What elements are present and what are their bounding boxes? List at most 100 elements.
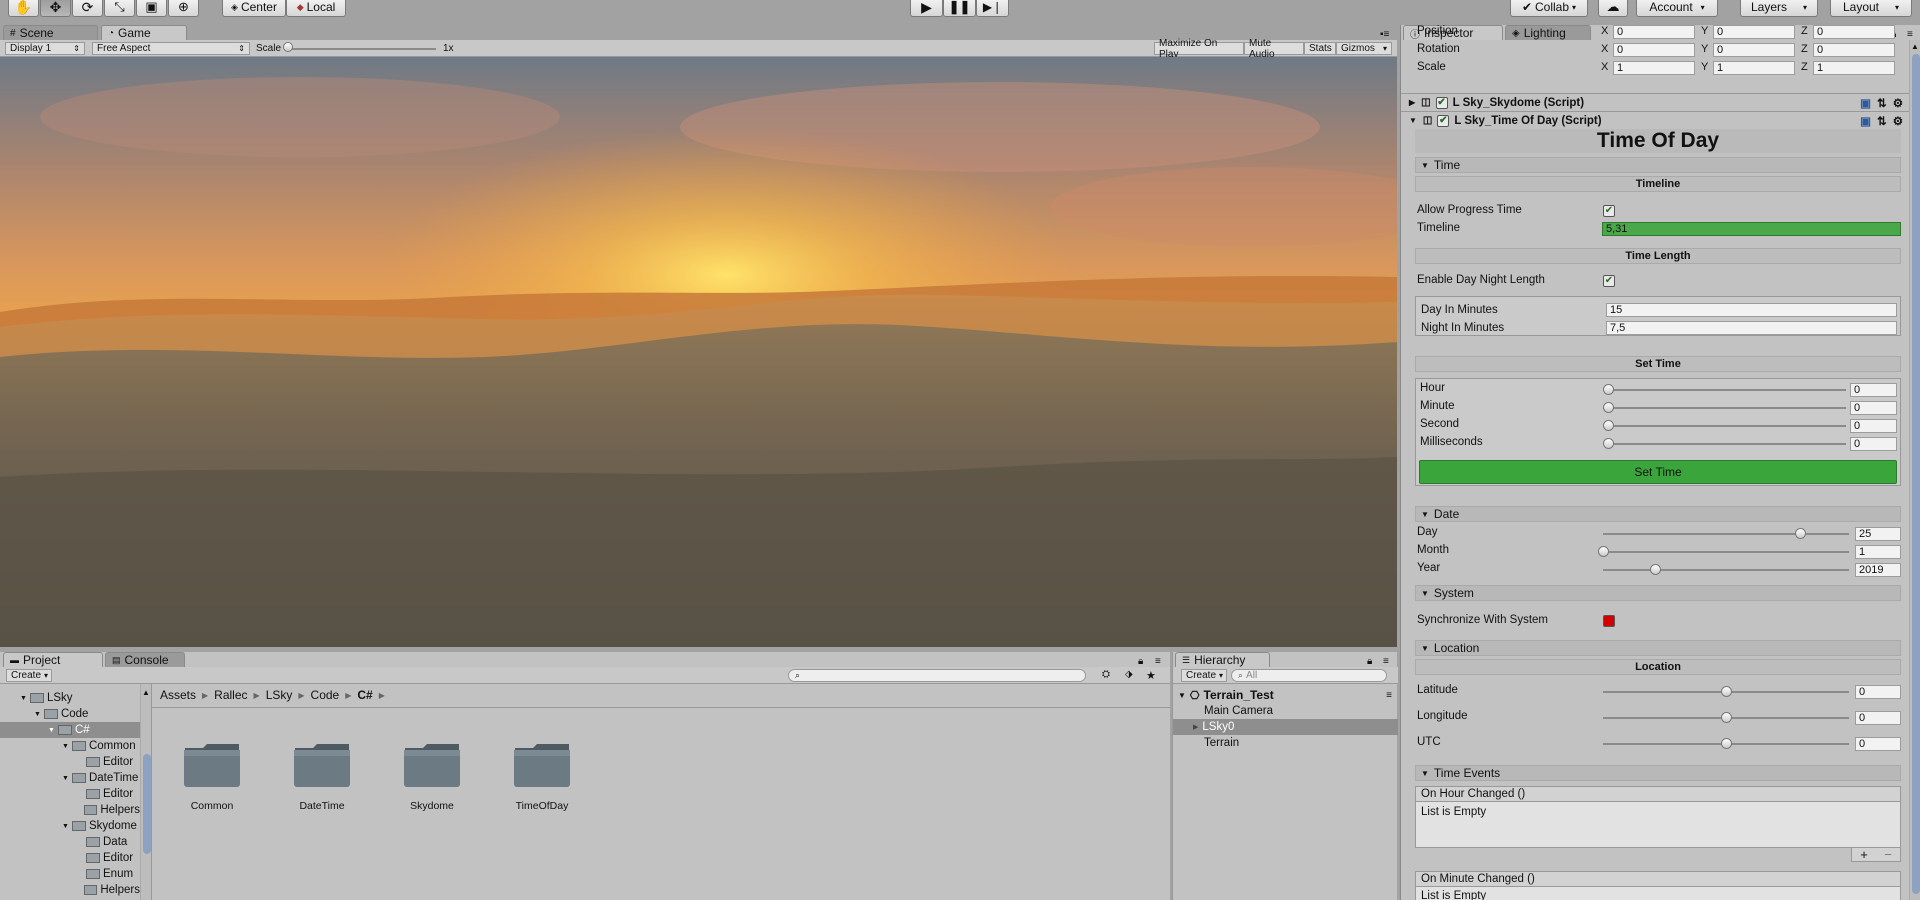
component-timeofday[interactable]: ▼ ◫ ✔ L Sky_Time Of Day (Script) ▣ ⇅ ⚙: [1401, 111, 1909, 129]
scale-tool-button[interactable]: ⤡: [104, 0, 135, 17]
hierarchy-item[interactable]: Main Camera: [1173, 703, 1398, 719]
filter-label-icon[interactable]: ⬗: [1125, 669, 1133, 680]
preset-icon[interactable]: ⇅: [1877, 114, 1887, 128]
set-time-button[interactable]: Set Time: [1419, 460, 1897, 484]
tree-item[interactable]: Editor: [0, 850, 140, 866]
game-render-view[interactable]: [0, 57, 1397, 647]
time-events-section-header[interactable]: ▼ Time Events: [1415, 765, 1901, 781]
inspector-scrollbar[interactable]: ▲: [1909, 40, 1920, 900]
enable-daynight-checkbox[interactable]: ✔: [1603, 275, 1615, 287]
slider-value-field[interactable]: 0: [1855, 685, 1901, 699]
hand-tool-button[interactable]: ✋: [8, 0, 39, 17]
folder-tile[interactable]: Common: [182, 740, 242, 812]
transform-z-field[interactable]: 0: [1813, 25, 1895, 39]
scroll-up-icon[interactable]: ▲: [1911, 42, 1919, 51]
slider-value-field[interactable]: 0: [1850, 437, 1897, 451]
transform-z-field[interactable]: 0: [1813, 43, 1895, 57]
stats-toggle[interactable]: Stats: [1304, 42, 1336, 55]
day-minutes-field[interactable]: 15: [1606, 303, 1897, 317]
aspect-dropdown[interactable]: Free Aspect ⇕: [92, 42, 250, 55]
hierarchy-search-input[interactable]: ⌕ All: [1231, 669, 1387, 682]
expand-triangle-icon[interactable]: ▼: [62, 823, 69, 830]
breadcrumb-item[interactable]: C#: [357, 688, 372, 702]
slider-value-field[interactable]: 0: [1850, 383, 1897, 397]
breadcrumb-item[interactable]: Assets: [160, 688, 196, 702]
scene-row[interactable]: ▼ ⎔ Terrain_Test ≡: [1173, 687, 1398, 703]
panel-menu-icon[interactable]: ▪≡: [1380, 29, 1389, 40]
folder-tile[interactable]: DateTime: [292, 740, 352, 812]
panel-menu-icon[interactable]: ≡: [1383, 656, 1389, 667]
create-dropdown[interactable]: Create ▾: [6, 669, 52, 682]
lock-icon[interactable]: 🔒︎: [1138, 656, 1143, 667]
tab-hierarchy[interactable]: ☰ Hierarchy: [1175, 652, 1270, 667]
sync-system-checkbox[interactable]: [1603, 615, 1615, 627]
hierarchy-item[interactable]: ▶ LSky0: [1173, 719, 1398, 735]
transform-x-field[interactable]: 0: [1613, 43, 1695, 57]
timeline-field[interactable]: 5,31: [1602, 222, 1901, 236]
breadcrumb-item[interactable]: Code: [311, 688, 340, 702]
folder-tile[interactable]: TimeOfDay: [512, 740, 572, 812]
tree-item[interactable]: ▼ Skydome: [0, 818, 140, 834]
slider-knob[interactable]: [1649, 564, 1661, 575]
slider-knob[interactable]: [1603, 384, 1614, 395]
tree-item[interactable]: ▼ LSky: [0, 690, 140, 706]
slider-value-field[interactable]: 0: [1850, 401, 1897, 415]
tab-console[interactable]: ▤ Console: [105, 652, 185, 667]
expand-triangle-icon[interactable]: ▼: [1178, 691, 1186, 700]
transform-y-field[interactable]: 0: [1713, 25, 1795, 39]
tab-lighting[interactable]: ◈ Lighting: [1505, 25, 1591, 40]
slider-knob[interactable]: [1721, 712, 1732, 723]
tab-scene[interactable]: # Scene: [3, 25, 98, 40]
expand-triangle-icon[interactable]: ▼: [48, 727, 55, 734]
expand-triangle-icon[interactable]: ▶: [1409, 98, 1415, 107]
maximize-on-play-toggle[interactable]: Maximize On Play: [1154, 38, 1244, 60]
slider-knob[interactable]: [1794, 528, 1806, 539]
mute-audio-toggle[interactable]: Mute Audio: [1244, 38, 1304, 60]
tab-project[interactable]: ▬ Project: [3, 652, 103, 667]
transform-y-field[interactable]: 1: [1713, 61, 1795, 75]
step-button[interactable]: ▶❘: [976, 0, 1009, 17]
slider-track[interactable]: [1603, 551, 1849, 553]
scroll-thumb[interactable]: [1912, 54, 1920, 894]
scroll-thumb[interactable]: [143, 754, 151, 854]
account-dropdown[interactable]: Account ▾: [1636, 0, 1718, 17]
transform-x-field[interactable]: 0: [1613, 25, 1695, 39]
favorite-star-icon[interactable]: ★: [1146, 669, 1156, 682]
component-enabled-checkbox[interactable]: ✔: [1435, 96, 1448, 109]
scale-slider-knob[interactable]: [283, 42, 293, 52]
slider-track[interactable]: [1603, 533, 1849, 535]
tree-item[interactable]: Editor: [0, 786, 140, 802]
hierarchy-item[interactable]: Terrain: [1173, 735, 1398, 751]
tree-item[interactable]: ▼ Code: [0, 706, 140, 722]
tab-game[interactable]: ◔ Game: [101, 25, 187, 40]
slider-value-field[interactable]: 2019: [1855, 563, 1901, 577]
allow-progress-checkbox[interactable]: ✔: [1603, 205, 1615, 217]
play-button[interactable]: ▶: [910, 0, 943, 17]
project-search-input[interactable]: ⌕: [788, 669, 1086, 682]
scroll-up-icon[interactable]: ▲: [142, 688, 150, 697]
panel-menu-icon[interactable]: ≡: [1155, 656, 1161, 667]
transform-x-field[interactable]: 1: [1613, 61, 1695, 75]
expand-triangle-icon[interactable]: ▼: [62, 743, 69, 750]
folder-tile[interactable]: Skydome: [402, 740, 462, 812]
slider-value-field[interactable]: 0: [1850, 419, 1897, 433]
preset-icon[interactable]: ⇅: [1877, 96, 1887, 110]
component-enabled-checkbox[interactable]: ✔: [1437, 114, 1450, 127]
slider-knob[interactable]: [1598, 546, 1609, 557]
tree-item[interactable]: Data: [0, 834, 140, 850]
tree-item[interactable]: Helpers: [0, 882, 140, 898]
slider-value-field[interactable]: 0: [1855, 711, 1901, 725]
expand-triangle-icon[interactable]: ▼: [62, 775, 69, 782]
tree-item[interactable]: ▼ C#: [0, 722, 140, 738]
breadcrumb-item[interactable]: Rallec: [214, 688, 247, 702]
rotate-tool-button[interactable]: ⟳: [72, 0, 103, 17]
scale-slider-track[interactable]: [288, 48, 436, 50]
lock-icon[interactable]: 🔒︎: [1367, 656, 1372, 667]
slider-knob[interactable]: [1721, 738, 1732, 749]
pause-button[interactable]: ❚❚: [943, 0, 976, 17]
slider-track[interactable]: [1608, 389, 1846, 391]
pivot-local-button[interactable]: ◆ Local: [286, 0, 346, 17]
scene-menu-icon[interactable]: ≡: [1386, 690, 1392, 701]
tree-item[interactable]: Editor: [0, 754, 140, 770]
help-book-icon[interactable]: ▣: [1860, 114, 1871, 128]
